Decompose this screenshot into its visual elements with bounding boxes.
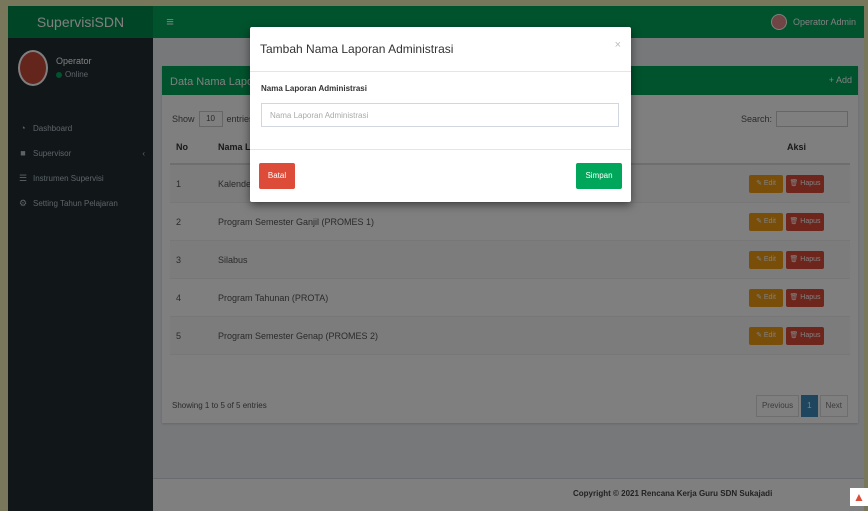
brand-corner-icon: ▲ xyxy=(850,488,868,506)
save-button[interactable]: Simpan xyxy=(576,163,622,189)
modal-footer-divider xyxy=(250,149,631,150)
modal-title: Tambah Nama Laporan Administrasi xyxy=(260,42,454,56)
add-report-modal: Tambah Nama Laporan Administrasi × Nama … xyxy=(250,27,631,202)
close-icon[interactable]: × xyxy=(615,39,621,51)
field-label: Nama Laporan Administrasi xyxy=(261,84,367,93)
modal-header: Tambah Nama Laporan Administrasi × xyxy=(250,27,631,72)
cancel-button[interactable]: Batal xyxy=(259,163,295,189)
report-name-input[interactable] xyxy=(261,103,619,127)
